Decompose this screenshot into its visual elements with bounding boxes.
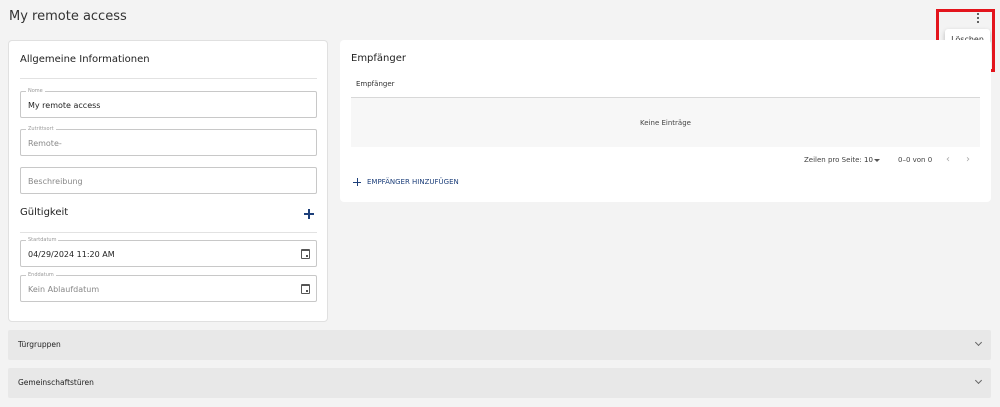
empty-message: Keine Einträge <box>640 118 691 127</box>
divider <box>20 232 317 233</box>
plus-icon <box>353 178 361 186</box>
general-info-title: Allgemeine Informationen <box>20 54 150 65</box>
start-date-input[interactable] <box>28 248 293 261</box>
location-field-label: Zutrittsort <box>26 125 56 133</box>
rows-per-page-label: Zeilen pro Seite: <box>804 156 862 164</box>
page-title: My remote access <box>9 9 127 24</box>
accordion-label: Gemeinschaftstüren <box>18 378 94 387</box>
next-page-button[interactable]: › <box>966 154 970 165</box>
recipients-card: Empfänger Empfänger Keine Einträge Zeile… <box>340 40 991 202</box>
recipient-column-header[interactable]: Empfänger <box>356 80 395 88</box>
previous-page-button[interactable]: ‹ <box>946 154 950 165</box>
general-info-card: Allgemeine Informationen Nome Zutrittsor… <box>8 40 328 322</box>
description-field <box>20 167 317 194</box>
add-validity-button[interactable] <box>303 208 315 220</box>
location-field: Zutrittsort <box>20 125 317 156</box>
chevron-down-icon <box>974 338 983 347</box>
description-input[interactable] <box>28 175 293 188</box>
start-date-label: Startdatum <box>26 236 59 244</box>
validity-title: Gültigkeit <box>20 207 69 218</box>
pagination-range: 0–0 von 0 <box>898 156 933 164</box>
end-date-input[interactable] <box>28 283 293 296</box>
rows-per-page-select[interactable]: 10 <box>864 156 873 164</box>
end-date-field: Enddatum <box>20 271 317 302</box>
name-field: Nome <box>20 87 317 118</box>
add-recipient-label: EMPFÄNGER HINZUFÜGEN <box>367 178 459 186</box>
chevron-down-icon[interactable] <box>874 159 880 162</box>
calendar-icon[interactable] <box>301 249 310 259</box>
divider <box>20 78 317 79</box>
chevron-down-icon <box>974 376 983 385</box>
accordion-door-groups[interactable]: Türgruppen <box>8 330 991 360</box>
recipients-title: Empfänger <box>351 53 407 64</box>
name-field-label: Nome <box>26 87 45 95</box>
start-date-field: Startdatum <box>20 236 317 267</box>
add-recipient-button[interactable]: EMPFÄNGER HINZUFÜGEN <box>353 176 459 188</box>
end-date-label: Enddatum <box>26 271 56 279</box>
accordion-label: Türgruppen <box>18 340 61 349</box>
accordion-shared-doors[interactable]: Gemeinschaftstüren <box>8 368 991 398</box>
location-input[interactable] <box>28 137 293 150</box>
name-input[interactable] <box>28 99 293 112</box>
empty-table-row: Keine Einträge <box>351 98 980 147</box>
calendar-icon[interactable] <box>301 284 310 294</box>
